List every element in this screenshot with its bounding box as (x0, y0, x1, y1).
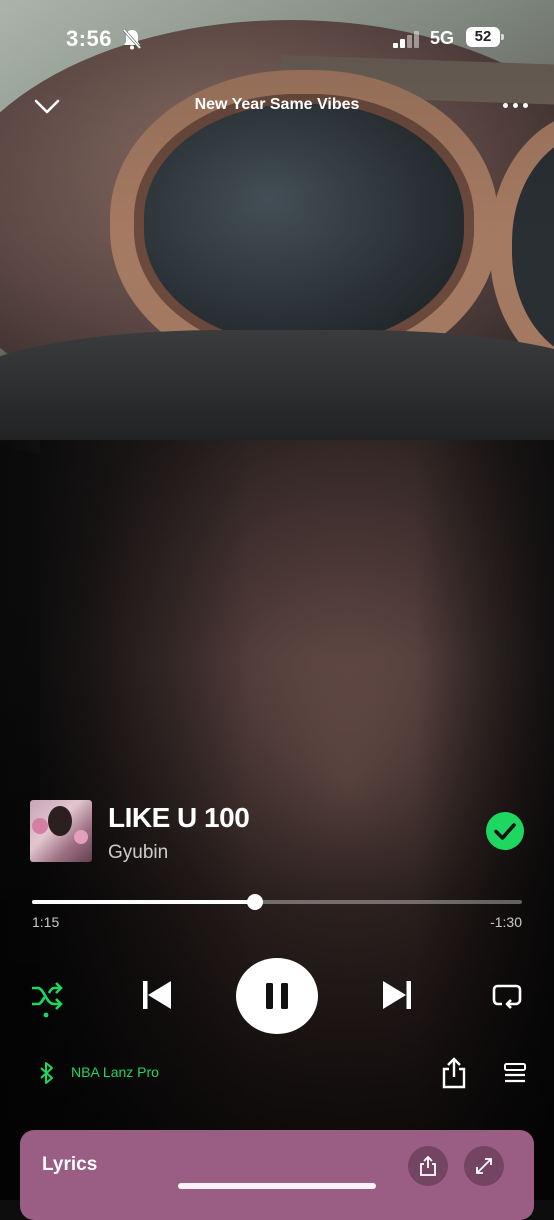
track-artist[interactable]: Gyubin (108, 842, 168, 864)
player-header: New Year Same Vibes (0, 88, 554, 128)
track-info: LIKE U 100 Gyubin (30, 800, 530, 864)
network-type: 5G (430, 28, 455, 48)
album-cover[interactable] (30, 800, 92, 862)
shuffle-icon[interactable] (30, 978, 64, 1018)
lyrics-title: Lyrics (42, 1154, 98, 1175)
elapsed-time: 1:15 (32, 914, 60, 930)
lyrics-expand-button[interactable] (464, 1146, 504, 1186)
previous-icon[interactable] (140, 978, 174, 1012)
progress-knob[interactable] (246, 894, 263, 910)
share-icon (420, 1156, 436, 1176)
pause-icon (266, 983, 288, 1009)
bluetooth-icon[interactable] (38, 1061, 56, 1085)
progress-bar[interactable]: 1:15 -1:30 (32, 894, 522, 934)
playing-context-title: New Year Same Vibes (194, 96, 360, 113)
device-row: NBA Lanz Pro (0, 1055, 554, 1091)
battery-icon: 52 (466, 27, 504, 47)
signal-icon (393, 30, 421, 48)
remaining-time: -1:30 (490, 914, 522, 930)
track-title[interactable]: LIKE U 100 (108, 802, 250, 834)
home-indicator[interactable] (178, 1183, 376, 1189)
status-bar: 3:56 5G 52 (0, 22, 554, 56)
expand-icon (476, 1158, 492, 1174)
connected-device-name[interactable]: NBA Lanz Pro (71, 1064, 159, 1080)
pause-button[interactable] (236, 958, 318, 1034)
status-time: 3:56 (66, 26, 113, 51)
more-icon[interactable] (503, 103, 533, 111)
lyrics-share-button[interactable] (408, 1146, 448, 1186)
share-icon[interactable] (440, 1057, 468, 1089)
bell-slash-icon (122, 29, 142, 50)
check-circle-icon[interactable] (486, 812, 524, 850)
queue-icon[interactable] (503, 1061, 527, 1085)
playback-controls (0, 958, 554, 1034)
lyrics-card[interactable]: Lyrics (20, 1130, 534, 1220)
progress-fill (32, 900, 255, 904)
repeat-icon[interactable] (490, 978, 524, 1012)
battery-level: 52 (474, 28, 492, 45)
next-icon[interactable] (380, 978, 414, 1012)
